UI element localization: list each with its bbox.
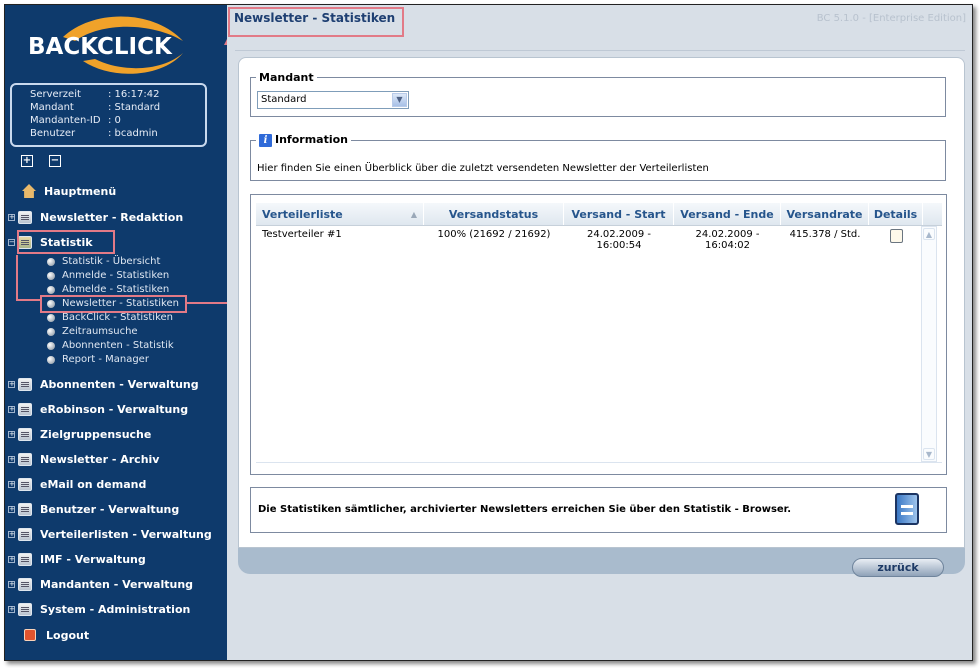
cell-details xyxy=(869,229,923,251)
col-versand-start[interactable]: Versand - Start xyxy=(564,203,674,225)
mandant-fieldset: Mandant Standard ▼ xyxy=(250,71,946,117)
sort-icon: ▲ xyxy=(410,210,417,219)
expand-icon: + xyxy=(8,554,15,563)
mandant-legend: Mandant xyxy=(259,71,314,84)
document-icon xyxy=(18,402,32,416)
document-icon xyxy=(18,477,32,491)
nav-label: eRobinson - Verwaltung xyxy=(40,402,189,416)
expand-icon: + xyxy=(8,604,15,613)
nav-label: Newsletter - Archiv xyxy=(40,452,160,466)
statistik-browser-icon[interactable] xyxy=(895,493,919,525)
nav-imf-verwaltung[interactable]: + IMF - Verwaltung xyxy=(5,551,146,567)
statistik-browser-box: Die Statistiken sämtlicher, archivierter… xyxy=(250,487,947,533)
expand-icon: + xyxy=(8,579,15,588)
document-icon xyxy=(18,602,32,616)
nav-mandanten-verwaltung[interactable]: + Mandanten - Verwaltung xyxy=(5,576,193,592)
subnav-label: Abonnenten - Statistik xyxy=(62,340,174,351)
col-verteilerliste[interactable]: Verteilerliste ▲ xyxy=(256,203,424,225)
col-versandstatus[interactable]: Versandstatus xyxy=(424,203,564,225)
subnav-zeitraumsuche[interactable]: Zeitraumsuche xyxy=(47,325,138,338)
divider xyxy=(235,50,965,51)
version-label: BC 5.1.0 - [Enterprise Edition] xyxy=(816,13,966,24)
column-label: Versandstatus xyxy=(448,208,539,221)
table-row[interactable]: Testverteiler #1 100% (21692 / 21692) 24… xyxy=(256,229,923,251)
column-label: Versand - Start xyxy=(571,208,666,221)
document-icon xyxy=(18,577,32,591)
subnav-abonnenten-statistik[interactable]: Abonnenten - Statistik xyxy=(47,339,174,352)
power-icon xyxy=(24,629,36,641)
cell-versand-ende: 24.02.2009 - 16:04:02 xyxy=(695,229,760,251)
nav-label: Logout xyxy=(46,628,90,642)
expand-icon: + xyxy=(8,529,15,538)
column-label: Details xyxy=(873,208,918,221)
subnav-label: Zeitraumsuche xyxy=(62,326,138,337)
back-button[interactable]: zurück xyxy=(852,558,944,577)
footer-note: Die Statistiken sämtlicher, archivierter… xyxy=(258,504,791,515)
document-icon xyxy=(18,552,32,566)
document-icon xyxy=(18,502,32,516)
nav-newsletter-archiv[interactable]: + Newsletter - Archiv xyxy=(5,451,159,467)
nav-abonnenten-verwaltung[interactable]: + Abonnenten - Verwaltung xyxy=(5,376,199,392)
col-versandrate[interactable]: Versandrate xyxy=(781,203,869,225)
subnav-label: Report - Manager xyxy=(62,354,149,365)
information-legend-text: Information xyxy=(275,133,348,146)
nav-label: Zielgruppensuche xyxy=(40,427,152,441)
expand-icon: + xyxy=(8,454,15,463)
nav-label: Mandanten - Verwaltung xyxy=(40,577,194,591)
nav-system-administration[interactable]: + System - Administration xyxy=(5,601,190,617)
bullet-icon xyxy=(47,355,55,364)
col-versand-ende[interactable]: Versand - Ende xyxy=(674,203,781,225)
nav-label: Verteilerlisten - Verwaltung xyxy=(40,527,212,541)
column-label: Verteilerliste xyxy=(262,208,343,221)
nav-zielgruppensuche[interactable]: + Zielgruppensuche xyxy=(5,426,151,442)
divider xyxy=(256,462,942,463)
scroll-down-icon[interactable]: ▼ xyxy=(923,448,935,460)
col-details[interactable]: Details xyxy=(869,203,923,225)
expand-icon: + xyxy=(8,379,15,388)
information-legend: i Information xyxy=(256,133,351,147)
document-icon xyxy=(18,452,32,466)
expand-icon: + xyxy=(8,479,15,488)
nav-email-on-demand[interactable]: + eMail on demand xyxy=(5,476,146,492)
document-icon xyxy=(18,427,32,441)
chevron-down-icon[interactable]: ▼ xyxy=(392,93,407,107)
nav-erobinson-verwaltung[interactable]: + eRobinson - Verwaltung xyxy=(5,401,188,417)
expand-icon: + xyxy=(8,429,15,438)
scroll-up-icon[interactable]: ▲ xyxy=(923,228,935,240)
nav-logout[interactable]: Logout xyxy=(24,627,89,643)
nav-verteilerlisten-verwaltung[interactable]: + Verteilerlisten - Verwaltung xyxy=(5,526,212,542)
document-icon xyxy=(18,527,32,541)
column-label: Versandrate xyxy=(786,208,863,221)
nav-label: Abonnenten - Verwaltung xyxy=(40,377,199,391)
bullet-icon xyxy=(47,341,55,350)
information-fieldset: i Information Hier finden Sie einen Überb… xyxy=(250,133,946,181)
cell-versandstatus: 100% (21692 / 21692) xyxy=(437,229,551,240)
information-text: Hier finden Sie einen Überblick über die… xyxy=(257,163,709,174)
nav-label: eMail on demand xyxy=(40,477,147,491)
nav-label: Benutzer - Verwaltung xyxy=(40,502,180,516)
cell-versandrate: 415.378 / Std. xyxy=(789,229,861,240)
subnav-report-manager[interactable]: Report - Manager xyxy=(47,353,149,366)
column-label: Versand - Ende xyxy=(680,208,774,221)
table-header: Verteilerliste ▲ Versandstatus Versand - … xyxy=(256,203,942,226)
bullet-icon xyxy=(47,327,55,336)
nav-label: System - Administration xyxy=(40,602,191,616)
cell-versand-start: 24.02.2009 - 16:00:54 xyxy=(586,229,652,251)
annotation-arrows xyxy=(16,35,234,304)
mandant-select[interactable]: Standard ▼ xyxy=(257,91,409,109)
expand-icon: + xyxy=(8,404,15,413)
details-icon[interactable] xyxy=(890,229,903,243)
document-icon xyxy=(18,377,32,391)
nav-label: IMF - Verwaltung xyxy=(40,552,146,566)
cell-verteilerliste: Testverteiler #1 xyxy=(262,229,342,240)
expand-icon: + xyxy=(8,504,15,513)
nav-benutzer-verwaltung[interactable]: + Benutzer - Verwaltung xyxy=(5,501,179,517)
mandant-select-value: Standard xyxy=(261,94,307,105)
title-highlight-box xyxy=(228,7,404,37)
statistics-table: Verteilerliste ▲ Versandstatus Versand - … xyxy=(250,194,947,475)
app-window: BACKCLICK Serverzeit: 16:17:42 Mandant: … xyxy=(4,4,973,661)
table-scrollbar[interactable]: ▲ ▼ xyxy=(921,226,937,462)
info-icon: i xyxy=(259,134,272,147)
